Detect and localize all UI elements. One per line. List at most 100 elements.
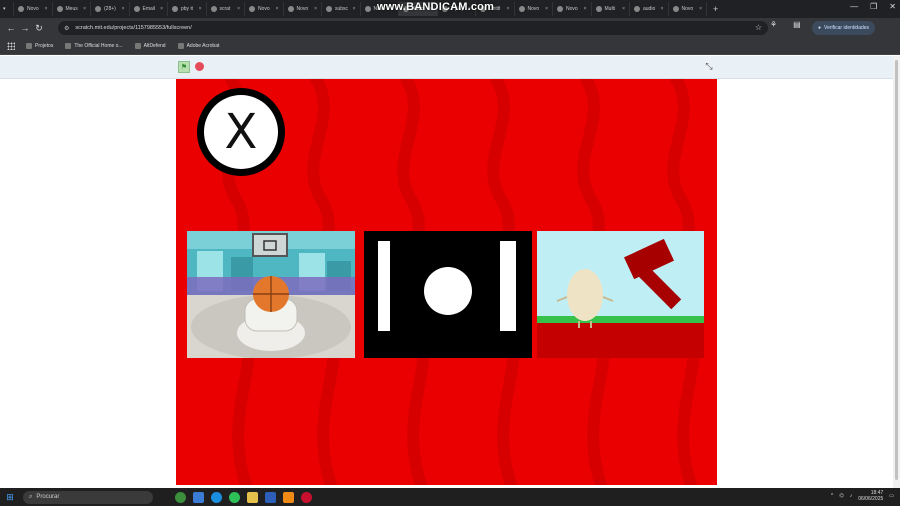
stop-button[interactable]	[195, 62, 204, 71]
browser-tab[interactable]: audio ×	[630, 2, 669, 16]
tab-close-icon[interactable]: ×	[237, 6, 240, 12]
tab-close-icon[interactable]: ×	[83, 6, 86, 12]
browser-tab[interactable]: Email ×	[130, 2, 168, 16]
scratch-stage[interactable]: X	[176, 79, 717, 485]
tab-favicon-icon	[326, 6, 332, 12]
thumbnail-basketball-game[interactable]	[187, 231, 355, 358]
thumbnail-pong-game[interactable]	[364, 231, 532, 358]
volume-icon[interactable]: ♪	[850, 493, 853, 499]
thumbnail-hammer-egg-game[interactable]	[537, 231, 704, 358]
exit-fullscreen-button[interactable]: ⤡	[704, 61, 714, 71]
tab-close-icon[interactable]: ×	[353, 6, 356, 12]
bookmark-star-icon[interactable]: ☆	[755, 23, 762, 32]
search-icon: ⌕	[29, 493, 33, 500]
browser-tab[interactable]: Novo ×	[669, 2, 707, 16]
tab-favicon-icon	[133, 6, 140, 12]
browser-tab[interactable]: Meus ×	[53, 2, 91, 16]
pong-scene	[364, 231, 532, 358]
sidebar-icon[interactable]: ▤	[793, 20, 801, 29]
search-placeholder: Procurar	[36, 494, 60, 500]
tab-close-icon[interactable]: ×	[314, 6, 317, 12]
tab-favicon-icon	[364, 6, 371, 12]
clock[interactable]: 18:47 06/06/2025	[858, 490, 883, 502]
tab-label: Novo	[258, 6, 270, 12]
url-text: scratch.mit.edu/projects/1157985553/full…	[75, 25, 192, 31]
tab-close-icon[interactable]: ×	[160, 6, 163, 12]
profile-label: Verificar identidades	[824, 25, 870, 31]
tab-menu[interactable]: ▾	[0, 2, 14, 16]
browser-tab[interactable]: Novo ×	[245, 2, 284, 16]
notification-icon[interactable]: ▭	[889, 493, 894, 499]
network-icon[interactable]: ⌬	[839, 493, 843, 499]
address-bar[interactable]: ⚙ scratch.mit.edu/projects/1157985553/fu…	[58, 21, 768, 35]
tab-close-icon[interactable]: ×	[122, 6, 125, 12]
browser-tab[interactable]: Novo ×	[553, 2, 592, 16]
scroll-thumb[interactable]	[895, 60, 898, 480]
browser-tab[interactable]: Novo ×	[515, 2, 553, 16]
tab-favicon-icon	[210, 6, 217, 12]
tab-favicon-icon	[172, 6, 178, 12]
fullscreen-icon: ⤡	[705, 61, 713, 71]
inshot-watermark: InShOt	[731, 440, 872, 484]
bookmark-item[interactable]: The Official Home o...	[59, 43, 128, 49]
scratch-stage-header: ⚑ ⤡	[0, 56, 893, 79]
tab-close-icon[interactable]: ×	[661, 6, 664, 12]
taskbar-app-chrome[interactable]	[175, 491, 186, 503]
site-info-icon[interactable]: ⚙	[64, 25, 69, 32]
tab-close-icon[interactable]: ×	[45, 6, 48, 12]
tab-close-icon[interactable]: ×	[584, 6, 587, 12]
tab-label: Email	[142, 6, 156, 12]
taskbar-app-recorder[interactable]	[301, 491, 312, 503]
tab-label: Meus	[65, 6, 78, 12]
chevron-up-icon[interactable]: ^	[831, 493, 833, 499]
flag-icon: ⚑	[180, 64, 188, 71]
tab-close-icon[interactable]: ×	[699, 6, 702, 12]
toolbar-actions: ⚘ ▤	[770, 20, 801, 29]
close-icon[interactable]: ✕	[889, 2, 896, 11]
browser-tab[interactable]: scrat ×	[207, 2, 245, 16]
bookmark-favicon-icon	[26, 43, 32, 49]
tab-label: Novo	[566, 6, 578, 12]
bookmark-favicon-icon	[65, 43, 72, 49]
taskbar-app-store[interactable]	[193, 491, 204, 503]
reload-icon[interactable]: ↻	[32, 23, 46, 34]
extension-icon[interactable]: ⚘	[770, 20, 777, 29]
browser-tab[interactable]: Multi ×	[592, 2, 630, 16]
taskbar-app-whatsapp[interactable]	[229, 491, 240, 503]
tab-close-icon[interactable]: ×	[507, 6, 510, 12]
bookmark-item[interactable]: Adobe Acrobat	[172, 43, 226, 49]
windows-start-icon[interactable]: ⊞	[3, 492, 17, 503]
tab-label: audio	[643, 6, 656, 12]
back-icon[interactable]: ←	[4, 23, 18, 33]
browser-tab[interactable]: (28+) ×	[91, 2, 130, 16]
apps-grid-icon[interactable]	[7, 42, 15, 50]
system-tray: ^ ⌬ ♪ 18:47 06/06/2025 ▭	[831, 490, 894, 502]
browser-tab[interactable]: pby it ×	[168, 2, 207, 16]
browser-tab[interactable]: Novo ×	[14, 2, 53, 16]
hammer-egg-scene	[537, 231, 704, 358]
maximize-icon[interactable]: ❐	[870, 2, 877, 11]
tab-close-icon[interactable]: ×	[545, 6, 548, 12]
profile-button[interactable]: ● Verificar identidades	[812, 21, 876, 35]
tab-label: Novo	[296, 6, 309, 12]
taskbar-app-files[interactable]	[247, 491, 258, 503]
minimize-icon[interactable]: —	[850, 2, 858, 11]
browser-tab[interactable]: subsc ×	[322, 2, 361, 16]
bookmark-item[interactable]: AltDefend	[129, 43, 172, 49]
taskbar-app-vlc[interactable]	[283, 491, 294, 503]
bookmark-item[interactable]: Projetos	[20, 43, 59, 49]
taskbar-search[interactable]: ⌕ Procurar	[23, 490, 153, 504]
windows-taskbar: ⊞ ⌕ Procurar ^ ⌬ ♪ 18:47 06/06/2025 ▭	[0, 488, 900, 506]
tab-close-icon[interactable]: ×	[199, 6, 202, 12]
browser-tab[interactable]: Novo ×	[284, 2, 322, 16]
tab-favicon-icon	[249, 6, 255, 12]
new-tab-button[interactable]: +	[707, 4, 724, 14]
tab-close-icon[interactable]: ×	[622, 6, 625, 12]
taskbar-app-word[interactable]	[265, 491, 276, 503]
tab-close-icon[interactable]: ×	[276, 6, 279, 12]
close-x-button[interactable]: X	[197, 88, 285, 176]
forward-icon[interactable]: →	[18, 23, 32, 33]
green-flag-button[interactable]: ⚑	[178, 61, 190, 73]
tab-favicon-icon	[595, 6, 602, 12]
taskbar-app-edge[interactable]	[211, 491, 222, 503]
